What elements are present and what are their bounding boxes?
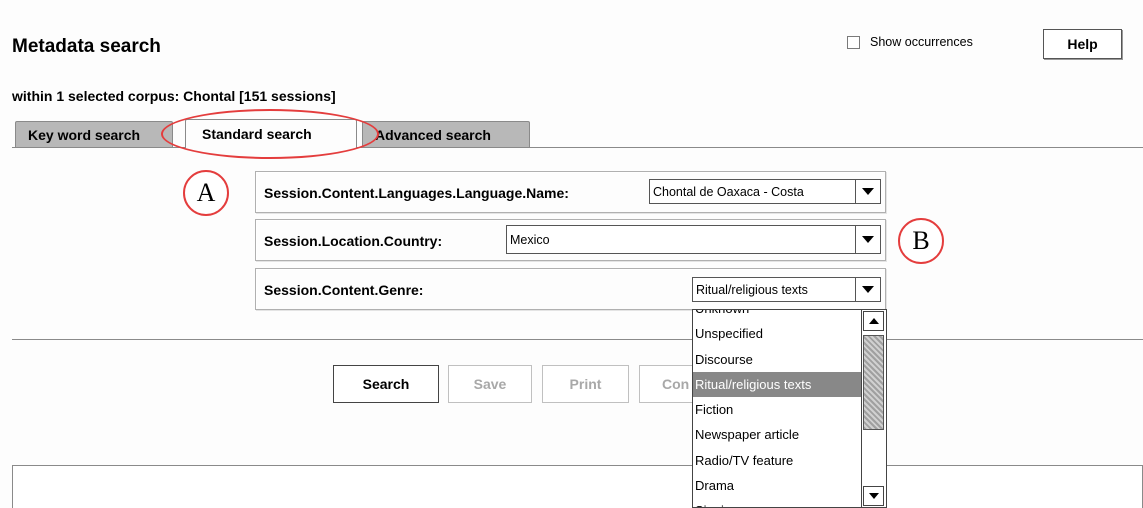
help-button[interactable]: Help [1043,29,1122,59]
tab-standard-search[interactable]: Standard search [185,119,357,148]
show-occurrences-option[interactable]: Show occurrences [847,35,973,49]
list-item[interactable]: Singing [693,498,862,507]
scrollbar-thumb[interactable] [863,335,884,430]
results-area [12,465,1143,508]
show-occurrences-checkbox[interactable] [847,35,860,49]
list-item[interactable]: Unknown [693,310,862,321]
page-title: Metadata search [12,36,161,57]
country-dropdown-button[interactable] [855,226,880,253]
tab-advanced-search[interactable]: Advanced search [362,121,530,147]
list-item[interactable]: Drama [693,473,862,498]
scroll-up-button[interactable] [863,311,884,331]
country-select[interactable]: Mexico [506,225,881,254]
genre-list-scrollbar[interactable] [861,310,886,507]
field-row-country: Session.Location.Country: Mexico [255,219,886,261]
field-row-genre: Session.Content.Genre: Ritual/religious … [255,268,886,310]
save-button[interactable]: Save [448,365,532,403]
genre-dropdown-button[interactable] [855,278,880,301]
search-button[interactable]: Search [333,365,439,403]
list-item[interactable]: Discourse [693,347,862,372]
show-occurrences-label: Show occurrences [870,35,973,49]
language-name-dropdown-button[interactable] [855,180,880,203]
chevron-down-icon [862,236,874,243]
corpus-selection-info: within 1 selected corpus: Chontal [151 s… [12,88,336,104]
tab-key-word-search[interactable]: Key word search [15,121,173,147]
language-name-select[interactable]: Chontal de Oaxaca - Costa [649,179,881,204]
genre-select[interactable]: Ritual/religious texts [692,277,881,302]
genre-options: Unknown Unspecified Discourse Ritual/rel… [693,310,862,507]
genre-value: Ritual/religious texts [696,283,808,297]
scroll-down-button[interactable] [863,486,884,506]
list-item[interactable]: Unspecified [693,321,862,346]
chevron-down-icon [862,188,874,195]
language-name-label: Session.Content.Languages.Language.Name: [264,185,569,201]
genre-label: Session.Content.Genre: [264,282,424,298]
field-row-language-name: Session.Content.Languages.Language.Name:… [255,171,886,213]
list-item[interactable]: Newspaper article [693,422,862,447]
chevron-down-icon [862,286,874,293]
chevron-down-icon [868,493,879,499]
language-name-value: Chontal de Oaxaca - Costa [653,185,804,199]
list-item-selected[interactable]: Ritual/religious texts [693,371,862,398]
annotation-marker-b: B [898,218,944,264]
list-item[interactable]: Fiction [693,397,862,422]
country-label: Session.Location.Country: [264,233,443,249]
genre-options-list[interactable]: Unknown Unspecified Discourse Ritual/rel… [692,309,887,508]
print-button[interactable]: Print [542,365,629,403]
annotation-marker-a: A [183,170,229,216]
list-item[interactable]: Radio/TV feature [693,448,862,473]
country-value: Mexico [510,233,550,247]
chevron-up-icon [868,318,879,324]
